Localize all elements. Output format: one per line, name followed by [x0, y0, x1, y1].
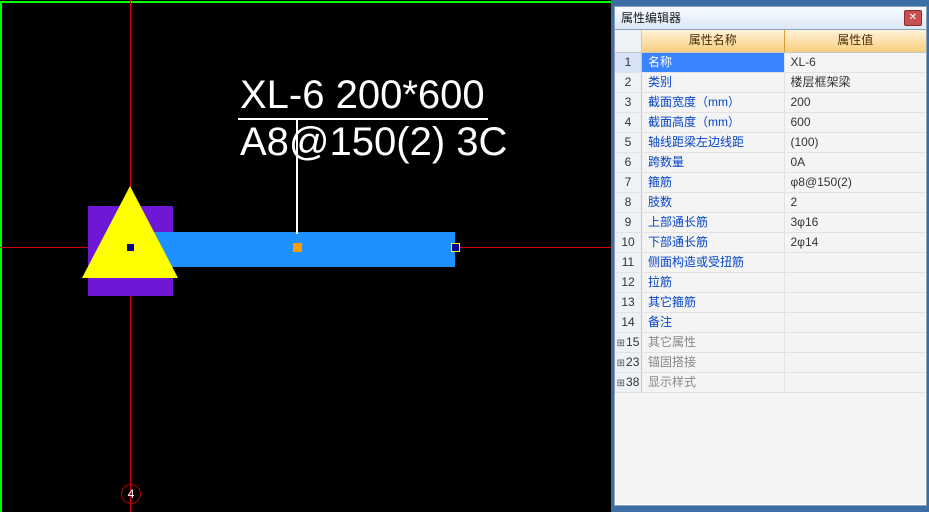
- row-number[interactable]: 38: [615, 373, 642, 392]
- row-number: 2: [615, 73, 642, 92]
- table-row[interactable]: 11侧面构造或受扭筋: [615, 253, 926, 273]
- row-number: 10: [615, 233, 642, 252]
- property-name-cell[interactable]: 显示样式: [642, 373, 785, 392]
- viewport-border: [0, 1, 611, 3]
- grip-handle-mid[interactable]: [293, 243, 302, 252]
- property-name-cell[interactable]: 类别: [642, 73, 785, 92]
- property-name-cell[interactable]: 跨数量: [642, 153, 785, 172]
- property-name-cell[interactable]: 锚固搭接: [642, 353, 785, 372]
- property-value-cell[interactable]: (100): [785, 133, 927, 152]
- viewport-border: [0, 1, 2, 512]
- close-icon: ✕: [909, 12, 917, 23]
- property-rows: 1名称XL-62类别楼层框架梁3截面宽度（mm）2004截面高度（mm）6005…: [615, 53, 926, 393]
- header-value[interactable]: 属性值: [785, 30, 927, 52]
- property-name-cell[interactable]: 拉筋: [642, 273, 785, 292]
- property-value-cell[interactable]: φ8@150(2): [785, 173, 927, 192]
- row-number: 11: [615, 253, 642, 272]
- property-name-cell[interactable]: 箍筋: [642, 173, 785, 192]
- table-row[interactable]: 15其它属性: [615, 333, 926, 353]
- panel-title-text: 属性编辑器: [621, 11, 681, 25]
- row-number: 9: [615, 213, 642, 232]
- table-row[interactable]: 13其它箍筋: [615, 293, 926, 313]
- property-name-cell[interactable]: 轴线距梁左边线距: [642, 133, 785, 152]
- table-row[interactable]: 3截面宽度（mm）200: [615, 93, 926, 113]
- property-value-cell[interactable]: [785, 353, 927, 372]
- table-row[interactable]: 12拉筋: [615, 273, 926, 293]
- row-number: 3: [615, 93, 642, 112]
- beam-annotation-line1[interactable]: XL-6 200*600: [240, 72, 485, 118]
- table-row[interactable]: 9上部通长筋3φ16: [615, 213, 926, 233]
- property-value-cell[interactable]: [785, 293, 927, 312]
- table-row[interactable]: 4截面高度（mm）600: [615, 113, 926, 133]
- row-number[interactable]: 23: [615, 353, 642, 372]
- table-row[interactable]: 6跨数量0A: [615, 153, 926, 173]
- property-value-cell[interactable]: [785, 273, 927, 292]
- property-name-cell[interactable]: 侧面构造或受扭筋: [642, 253, 785, 272]
- row-number[interactable]: 15: [615, 333, 642, 352]
- header-rownum: [615, 30, 642, 52]
- grip-handle[interactable]: [451, 243, 460, 252]
- property-name-cell[interactable]: 截面宽度（mm）: [642, 93, 785, 112]
- property-editor-panel: 属性编辑器 ✕ 属性名称 属性值 1名称XL-62类别楼层框架梁3截面宽度（mm…: [614, 6, 927, 506]
- property-name-cell[interactable]: 上部通长筋: [642, 213, 785, 232]
- axis-bubble[interactable]: 4: [121, 484, 141, 504]
- triangle-marker: [82, 186, 178, 278]
- table-row[interactable]: 23锚固搭接: [615, 353, 926, 373]
- table-row[interactable]: 1名称XL-6: [615, 53, 926, 73]
- row-number: 8: [615, 193, 642, 212]
- property-value-cell[interactable]: 楼层框架梁: [785, 73, 927, 92]
- property-value-cell[interactable]: 2: [785, 193, 927, 212]
- row-number: 5: [615, 133, 642, 152]
- grip-handle[interactable]: [126, 243, 135, 252]
- property-value-cell[interactable]: [785, 373, 927, 392]
- table-row[interactable]: 2类别楼层框架梁: [615, 73, 926, 93]
- property-value-cell[interactable]: XL-6: [785, 53, 927, 72]
- property-name-cell[interactable]: 名称: [642, 53, 785, 72]
- property-value-cell[interactable]: 0A: [785, 153, 927, 172]
- property-value-cell[interactable]: 3φ16: [785, 213, 927, 232]
- table-row[interactable]: 8肢数2: [615, 193, 926, 213]
- table-row[interactable]: 38显示样式: [615, 373, 926, 393]
- row-number: 7: [615, 173, 642, 192]
- table-row[interactable]: 5轴线距梁左边线距(100): [615, 133, 926, 153]
- row-number: 14: [615, 313, 642, 332]
- property-value-cell[interactable]: 2φ14: [785, 233, 927, 252]
- row-number: 13: [615, 293, 642, 312]
- table-row[interactable]: 14备注: [615, 313, 926, 333]
- beam-shape[interactable]: [150, 232, 455, 267]
- property-value-cell[interactable]: [785, 313, 927, 332]
- table-row[interactable]: 10下部通长筋2φ14: [615, 233, 926, 253]
- property-value-cell[interactable]: [785, 333, 927, 352]
- property-name-cell[interactable]: 备注: [642, 313, 785, 332]
- property-name-cell[interactable]: 下部通长筋: [642, 233, 785, 252]
- header-name[interactable]: 属性名称: [642, 30, 785, 52]
- beam-annotation-line2[interactable]: A8@150(2) 3C: [240, 119, 507, 165]
- axis-label: 4: [128, 487, 135, 501]
- row-number: 1: [615, 53, 642, 72]
- property-name-cell[interactable]: 肢数: [642, 193, 785, 212]
- close-button[interactable]: ✕: [904, 10, 922, 26]
- row-number: 12: [615, 273, 642, 292]
- property-name-cell[interactable]: 其它箍筋: [642, 293, 785, 312]
- property-value-cell[interactable]: [785, 253, 927, 272]
- row-number: 4: [615, 113, 642, 132]
- property-name-cell[interactable]: 其它属性: [642, 333, 785, 352]
- property-value-cell[interactable]: 600: [785, 113, 927, 132]
- drawing-canvas[interactable]: XL-6 200*600 A8@150(2) 3C 4: [0, 0, 611, 512]
- property-name-cell[interactable]: 截面高度（mm）: [642, 113, 785, 132]
- table-header: 属性名称 属性值: [615, 30, 926, 53]
- row-number: 6: [615, 153, 642, 172]
- property-value-cell[interactable]: 200: [785, 93, 927, 112]
- table-row[interactable]: 7箍筋φ8@150(2): [615, 173, 926, 193]
- panel-titlebar[interactable]: 属性编辑器 ✕: [615, 7, 926, 30]
